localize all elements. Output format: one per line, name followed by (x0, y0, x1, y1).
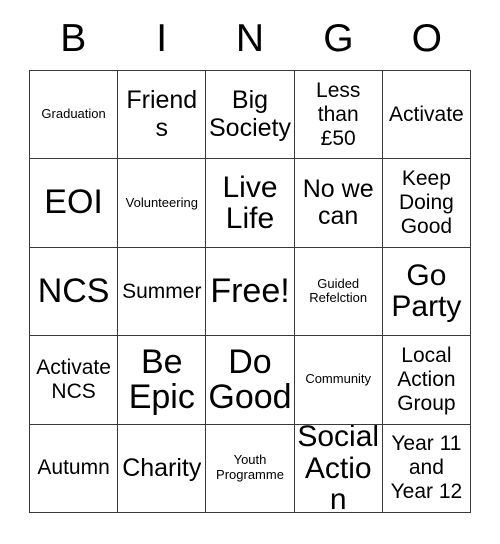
bingo-cell-label: Activate (389, 102, 464, 126)
bingo-cell-label: Keep Doing Good (398, 167, 454, 239)
bingo-cell-label: Summer (122, 279, 202, 303)
bingo-header-letter-i: I (156, 16, 168, 60)
bingo-cell-label: Big Society (209, 86, 291, 142)
bingo-cell-r5c4[interactable]: Social Action (294, 424, 383, 513)
bingo-cell-label: Do Good (208, 342, 292, 416)
bingo-cell-r5c5[interactable]: Year 11 and Year 12 (382, 424, 471, 513)
bingo-cell-label: Guided Refelction (309, 275, 368, 306)
bingo-cell-label: Youth Programme (216, 452, 284, 483)
bingo-cell-label: Charity (122, 453, 202, 482)
bingo-cell-r2c4[interactable]: No we can (294, 159, 383, 248)
bingo-header-letter-o: O (411, 16, 442, 60)
bingo-cell-r3c1[interactable]: NCS (30, 247, 119, 337)
bingo-cell-r1c5[interactable]: Activate (382, 71, 471, 160)
bingo-cell-r3c3[interactable]: Free! (206, 247, 295, 337)
bingo-header-letter-g: G (323, 16, 354, 60)
bingo-cell-r1c2[interactable]: Friends (118, 71, 207, 160)
bingo-header-row: B I N G O (29, 8, 471, 68)
bingo-cell-r4c2[interactable]: Be Epic (118, 336, 207, 425)
bingo-cell-r1c1[interactable]: Graduation (30, 71, 119, 160)
bingo-cell-r1c3[interactable]: Big Society (206, 71, 295, 160)
bingo-cell-label: Go Party (391, 258, 462, 324)
bingo-header-letter-n: N (235, 16, 265, 60)
bingo-cell-label: Year 11 and Year 12 (390, 432, 463, 504)
bingo-cell-label: Community (305, 371, 372, 387)
bingo-cell-label: Local Action Group (397, 343, 456, 415)
bingo-cell-label: NCS (37, 271, 110, 310)
bingo-cell-r3c4[interactable]: Guided Refelction (294, 247, 383, 337)
bingo-cell-label: Less than £50 (316, 78, 361, 150)
bingo-cell-label: Volunteering (125, 194, 198, 210)
bingo-cell-r2c3[interactable]: Live Life (206, 159, 295, 248)
bingo-cell-label: Activate NCS (36, 355, 111, 403)
bingo-cell-r3c2[interactable]: Summer (118, 247, 207, 337)
bingo-cell-r3c5[interactable]: Go Party (382, 247, 471, 337)
bingo-cell-label: Autumn (37, 456, 110, 480)
bingo-cell-r2c5[interactable]: Keep Doing Good (382, 159, 471, 248)
bingo-grid: Graduation Friends Big Society Less than… (29, 70, 471, 513)
bingo-cell-label: Friends (126, 86, 198, 142)
bingo-cell-label: Social Action (297, 424, 380, 513)
bingo-cell-r5c3[interactable]: Youth Programme (206, 424, 295, 513)
bingo-cell-label: EOI (44, 183, 103, 222)
bingo-cell-r2c2[interactable]: Volunteering (118, 159, 207, 248)
bingo-cell-label: No we can (302, 174, 374, 231)
bingo-cell-r5c2[interactable]: Charity (118, 424, 207, 513)
bingo-cell-label: Be Epic (128, 342, 195, 416)
bingo-cell-label: Live Life (222, 170, 278, 236)
bingo-cell-r5c1[interactable]: Autumn (30, 424, 119, 513)
bingo-cell-r4c4[interactable]: Community (294, 336, 383, 425)
bingo-cell-r4c5[interactable]: Local Action Group (382, 336, 471, 425)
bingo-cell-r4c3[interactable]: Do Good (206, 336, 295, 425)
bingo-cell-r4c1[interactable]: Activate NCS (30, 336, 119, 425)
bingo-cell-label: Graduation (41, 106, 106, 122)
bingo-cell-r2c1[interactable]: EOI (30, 159, 119, 248)
bingo-cell-r1c4[interactable]: Less than £50 (294, 71, 383, 160)
bingo-header-letter-b: B (60, 16, 87, 60)
bingo-card: B I N G O Graduation Friends Big Society… (0, 0, 500, 544)
bingo-cell-label: Free! (210, 271, 290, 310)
